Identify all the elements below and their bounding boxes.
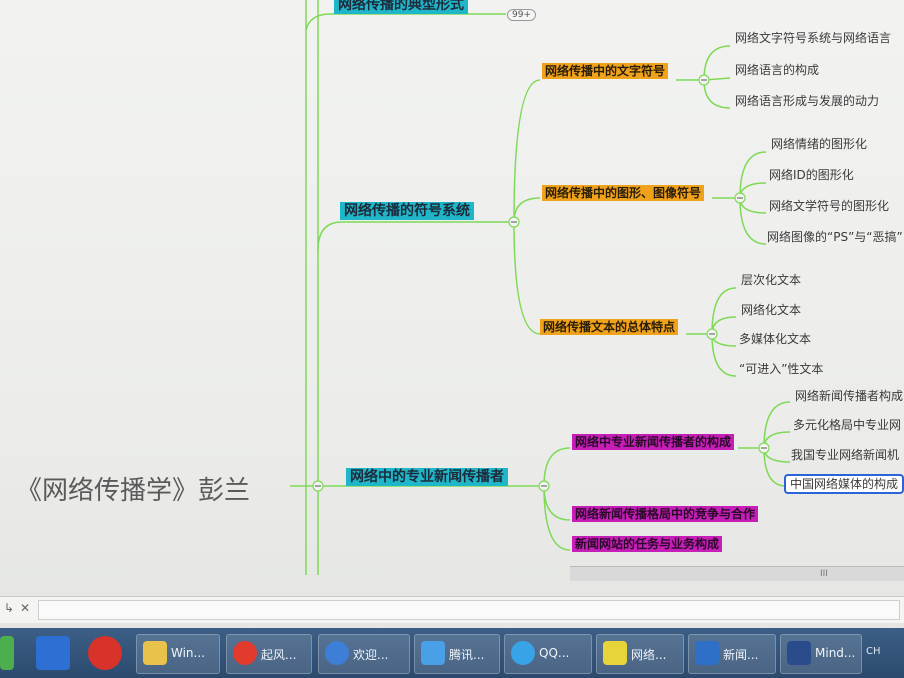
horizontal-scrollbar[interactable]: III [570,566,904,581]
qq-browser-icon [511,641,535,665]
leaf-graphics-item[interactable]: 网络图像的“PS”与“恶搞” [764,229,904,245]
taskbar-item[interactable]: QQ... [504,634,592,674]
subtopic-graphics[interactable]: 网络传播中的图形、图像符号 [542,185,705,201]
dock-icon[interactable]: ↳ [4,601,14,615]
subtopic-composition[interactable]: 网络中专业新闻传播者的构成 [572,434,735,450]
topic-typical-forms[interactable]: 网络传播的典型形式 [334,0,468,14]
scrollbar-grip[interactable]: III [820,569,828,579]
tencent-icon [421,641,445,665]
root-topic[interactable]: 《网络传播学》彭兰 [16,470,250,507]
ime-indicator[interactable]: CH [862,636,904,670]
pen-app-icon[interactable] [36,636,70,670]
mindmap-app-icon [787,641,811,665]
music-icon [233,641,257,665]
show-app-icon[interactable] [88,636,122,670]
taskbar-item[interactable]: Win... [136,634,220,674]
app-icon[interactable] [0,636,14,670]
folder-icon [143,641,167,665]
leaf-feature-item[interactable]: 网络化文本 [738,302,804,318]
mindmap-canvas[interactable]: 《网络传播学》彭兰 网络传播的典型形式 99+ 网络传播的符号系统 网络传播中的… [0,0,904,590]
leaf-feature-item[interactable]: 层次化文本 [738,272,804,288]
leaf-composition-item-selected[interactable]: 中国网络媒体的构成 [784,474,904,494]
taskbar-item[interactable]: 起风... [226,634,312,674]
leaf-composition-item[interactable]: 网络新闻传播者构成 [792,388,904,404]
topic-professional-communicators[interactable]: 网络中的专业新闻传播者 [346,468,508,486]
subtopic-competition[interactable]: 网络新闻传播格局中的竞争与合作 [572,506,759,522]
taskbar-item[interactable]: 欢迎... [318,634,410,674]
leaf-composition-item[interactable]: 多元化格局中专业网 [790,417,904,433]
leaf-feature-item[interactable]: 多媒体化文本 [736,331,814,347]
taskbar-item[interactable]: 腾讯... [414,634,500,674]
bottom-toolbar: ↳ ✕ [0,596,904,623]
leaf-text-item[interactable]: 网络语言形成与发展的动力 [732,93,882,109]
input-field[interactable] [38,600,900,620]
browser-icon [325,641,349,665]
leaf-graphics-item[interactable]: 网络情绪的图形化 [768,136,870,152]
taskbar-item[interactable]: 新闻... [688,634,776,674]
subtopic-websites[interactable]: 新闻网站的任务与业务构成 [572,536,723,552]
leaf-feature-item[interactable]: “可进入”性文本 [736,361,826,377]
topic-symbol-system[interactable]: 网络传播的符号系统 [340,202,474,220]
collapsed-count-badge[interactable]: 99+ [507,9,536,21]
leaf-graphics-item[interactable]: 网络文学符号的图形化 [766,198,892,214]
taskbar: Win... 起风... 欢迎... 腾讯... QQ... 网络... 新闻.… [0,628,904,678]
close-icon[interactable]: ✕ [20,601,30,615]
leaf-text-item[interactable]: 网络文字符号系统与网络语言 [732,30,894,46]
leaf-composition-item[interactable]: 我国专业网络新闻机 [788,447,902,463]
subtopic-text-features[interactable]: 网络传播文本的总体特点 [540,319,679,335]
leaf-text-item[interactable]: 网络语言的构成 [732,62,822,78]
taskbar-item[interactable]: Mind... [780,634,862,674]
subtopic-text-symbols[interactable]: 网络传播中的文字符号 [542,63,669,79]
leaf-graphics-item[interactable]: 网络ID的图形化 [766,167,857,183]
word-icon [695,641,719,665]
notes-icon [603,641,627,665]
taskbar-item[interactable]: 网络... [596,634,684,674]
